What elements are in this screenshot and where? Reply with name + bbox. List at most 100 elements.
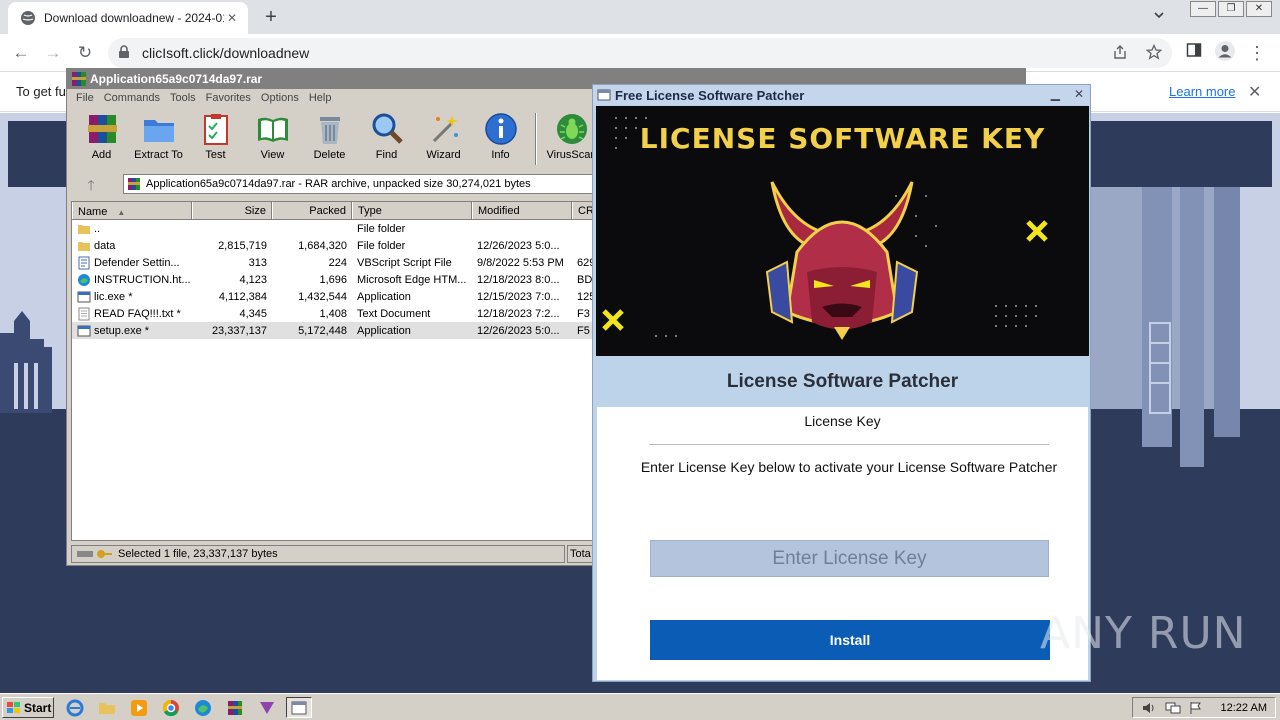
system-tray: 12:22 AM	[1131, 697, 1276, 718]
drive-key-icon	[77, 550, 112, 558]
file-size: 2,815,719	[218, 239, 267, 252]
column-size[interactable]: Size	[192, 202, 272, 219]
info-button[interactable]: Info	[472, 111, 529, 171]
chrome-icon[interactable]	[158, 697, 184, 718]
media-player-icon[interactable]	[126, 697, 152, 718]
browser-tab-strip: Download downloadnew - 2024-01- ✕ + — ❐ …	[0, 0, 1280, 34]
view-button[interactable]: View	[244, 111, 301, 171]
file-name: data	[94, 239, 116, 252]
toolbar-separator	[535, 113, 537, 165]
url-text: clicIsoft.click/downloadnew	[142, 45, 310, 61]
anyrun-watermark: ANY RUN	[1040, 608, 1247, 659]
side-panel-icon[interactable]	[1186, 42, 1202, 58]
infobar-close-icon[interactable]: ✕	[1248, 82, 1261, 102]
install-button[interactable]: Install	[650, 620, 1050, 660]
find-button[interactable]: Find	[358, 111, 415, 171]
winrar-app-icon	[72, 72, 86, 86]
wizard-wand-icon	[432, 115, 458, 143]
network-icon[interactable]	[1165, 701, 1181, 715]
patcher-dialog[interactable]: Free License Software Patcher ▁ ✕ LICENS…	[592, 84, 1091, 682]
file-modified: 12/15/2023 7:0...	[477, 290, 560, 303]
infobar-message: To get fu	[16, 84, 66, 99]
patcher-minimize-icon[interactable]: ▁	[1051, 87, 1060, 101]
extract-to-button[interactable]: Extract To	[130, 111, 187, 171]
menu-help[interactable]: Help	[304, 89, 337, 109]
taskbar-clock[interactable]: 12:22 AM	[1221, 702, 1267, 714]
patcher-heading-strip: License Software Patcher	[596, 356, 1089, 406]
new-tab-plus-icon[interactable]: +	[260, 6, 282, 28]
share-icon[interactable]	[1112, 44, 1128, 60]
menu-favorites[interactable]: Favorites	[201, 89, 256, 109]
banner-title: LICENSE SOFTWARE KEY	[639, 122, 1046, 155]
profile-avatar-icon[interactable]	[1214, 40, 1236, 62]
license-key-label: License Key	[804, 413, 881, 429]
column-packed[interactable]: Packed	[272, 202, 352, 219]
minimize-icon[interactable]: —	[1190, 1, 1216, 17]
up-folder-arrow-icon[interactable]: 🡑	[73, 175, 109, 193]
menu-file[interactable]: File	[71, 89, 99, 109]
delete-button[interactable]: Delete	[301, 111, 358, 171]
form-divider	[649, 444, 1049, 445]
start-button[interactable]: Start	[2, 697, 54, 718]
tab-search-chevron-icon[interactable]	[1152, 8, 1166, 22]
browser-tab-active[interactable]: Download downloadnew - 2024-01- ✕	[8, 2, 248, 34]
file-name: Defender Settin...	[94, 256, 180, 269]
restore-icon[interactable]: ❐	[1218, 1, 1244, 17]
add-label: Add	[91, 149, 112, 161]
bookmark-star-icon[interactable]	[1146, 44, 1162, 60]
file-modified: 12/26/2023 5:0...	[477, 239, 560, 252]
test-button[interactable]: Test	[187, 111, 244, 171]
start-label: Start	[24, 700, 52, 715]
action-center-flag-icon[interactable]	[1189, 701, 1203, 715]
winrar-title: Application65a9c0714da97.rar	[90, 72, 263, 86]
forward-arrow-icon[interactable]: →	[42, 42, 64, 64]
address-bar[interactable]: clicIsoft.click/downloadnew	[108, 38, 1172, 68]
file-modified: 12/18/2023 7:2...	[477, 307, 560, 320]
patcher-titlebar[interactable]: Free License Software Patcher ▁ ✕	[593, 85, 1090, 105]
more-menu-icon[interactable]: ⋮	[1246, 42, 1268, 64]
file-modified: 12/18/2023 8:0...	[477, 273, 560, 286]
close-window-icon[interactable]: ✕	[1246, 1, 1272, 17]
vpn-triangle-icon[interactable]	[254, 697, 280, 718]
file-name: setup.exe *	[94, 324, 150, 337]
winrar-taskbar-icon[interactable]	[222, 697, 248, 718]
column-modified[interactable]: Modified	[472, 202, 572, 219]
file-modified: 9/8/2022 5:53 PM	[477, 256, 564, 269]
sort-ascending-icon: ▲	[117, 207, 126, 217]
wizard-button[interactable]: Wizard	[415, 111, 472, 171]
delete-label: Delete	[313, 149, 346, 161]
menu-options[interactable]: Options	[256, 89, 304, 109]
file-packed: 224	[328, 256, 347, 269]
reload-icon[interactable]: ↻	[74, 42, 96, 64]
file-size: 23,337,137	[211, 324, 267, 337]
ie-icon[interactable]	[62, 697, 88, 718]
add-button[interactable]: Add	[73, 111, 130, 171]
volume-icon[interactable]	[1141, 701, 1157, 715]
folder-icon	[78, 224, 90, 234]
learn-more-link[interactable]: Learn more	[1169, 84, 1235, 99]
explorer-folder-icon[interactable]	[94, 697, 120, 718]
patcher-close-icon[interactable]: ✕	[1074, 87, 1084, 101]
extract-to-label: Extract To	[134, 149, 183, 161]
tab-close-icon[interactable]: ✕	[224, 11, 240, 25]
file-type: Application	[357, 290, 411, 303]
column-type[interactable]: Type	[352, 202, 472, 219]
info-icon	[484, 113, 517, 145]
edge-icon[interactable]	[190, 697, 216, 718]
column-name[interactable]: Name ▲	[72, 202, 192, 219]
lock-icon[interactable]	[118, 45, 130, 59]
window-controls: — ❐ ✕	[1190, 1, 1272, 17]
text-document-icon	[78, 307, 90, 320]
browser-toolbar: ← → ↻ clicIsoft.click/downloadnew ⋮	[0, 34, 1280, 72]
patcher-taskbar-icon[interactable]	[286, 697, 312, 718]
file-name: INSTRUCTION.ht...	[94, 273, 191, 286]
license-key-input[interactable]: Enter License Key	[650, 540, 1049, 577]
test-label: Test	[205, 149, 226, 161]
back-arrow-icon[interactable]: ←	[10, 42, 32, 64]
folder-icon	[78, 241, 90, 251]
file-size: 4,123	[239, 273, 267, 286]
virusscan-label: VirusScan	[546, 149, 597, 161]
menu-tools[interactable]: Tools	[165, 89, 201, 109]
menu-commands[interactable]: Commands	[99, 89, 165, 109]
file-type: Text Document	[357, 307, 431, 320]
